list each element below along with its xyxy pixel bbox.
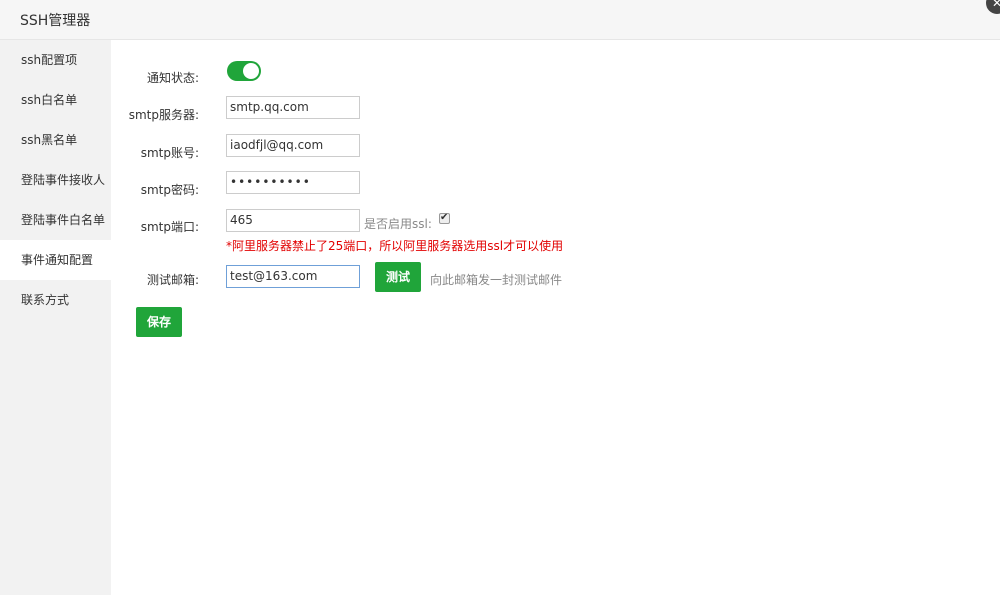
title-bar: SSH管理器 (0, 0, 1000, 40)
main-content: 通知状态: smtp服务器: smtp.qq.com smtp账号: iaodf… (111, 40, 1000, 595)
save-button[interactable]: 保存 (136, 307, 182, 337)
test-email-label: 测试邮箱: (146, 273, 199, 287)
sidebar-item-login-event-recipients[interactable]: 登陆事件接收人 (0, 160, 111, 200)
test-email-hint: 向此邮箱发一封测试邮件 (430, 273, 563, 287)
sidebar-item-login-event-whitelist[interactable]: 登陆事件白名单 (0, 200, 111, 240)
ssh-manager-window: SSH管理器 ✕ ssh配置项 ssh白名单 ssh黑名单 登陆事件接收人 登陆… (0, 0, 1000, 595)
notify-status-toggle[interactable] (227, 61, 261, 81)
port-warning-text: *阿里服务器禁止了25端口，所以阿里服务器选用ssl才可以使用 (226, 239, 564, 253)
ssl-checkbox[interactable]: ✔ (439, 212, 450, 224)
ssl-label: 是否启用ssl: (364, 217, 432, 231)
smtp-account-label: smtp账号: (140, 146, 199, 160)
sidebar-item-ssh-blacklist[interactable]: ssh黑名单 (0, 120, 111, 160)
test-button[interactable]: 测试 (375, 262, 421, 292)
sidebar-item-ssh-whitelist[interactable]: ssh白名单 (0, 80, 111, 120)
smtp-password-label: smtp密码: (140, 183, 199, 197)
checkmark-icon: ✔ (440, 212, 449, 223)
notify-status-label: 通知状态: (146, 71, 199, 85)
toggle-knob (243, 63, 259, 79)
sidebar: ssh配置项 ssh白名单 ssh黑名单 登陆事件接收人 登陆事件白名单 事件通… (0, 40, 111, 595)
smtp-server-label: smtp服务器: (128, 108, 199, 122)
smtp-password-input[interactable]: •••••••••• (226, 171, 360, 194)
test-email-input[interactable]: test@163.com (226, 265, 360, 288)
smtp-account-input[interactable]: iaodfjl@qq.com (226, 134, 360, 157)
smtp-server-input[interactable]: smtp.qq.com (226, 96, 360, 119)
sidebar-item-event-notification-config[interactable]: 事件通知配置 (0, 240, 111, 280)
sidebar-item-ssh-config[interactable]: ssh配置项 (0, 40, 111, 80)
smtp-port-label: smtp端口: (140, 220, 199, 234)
window-title: SSH管理器 (20, 13, 91, 29)
sidebar-item-contact[interactable]: 联系方式 (0, 280, 111, 320)
smtp-port-input[interactable]: 465 (226, 209, 360, 232)
